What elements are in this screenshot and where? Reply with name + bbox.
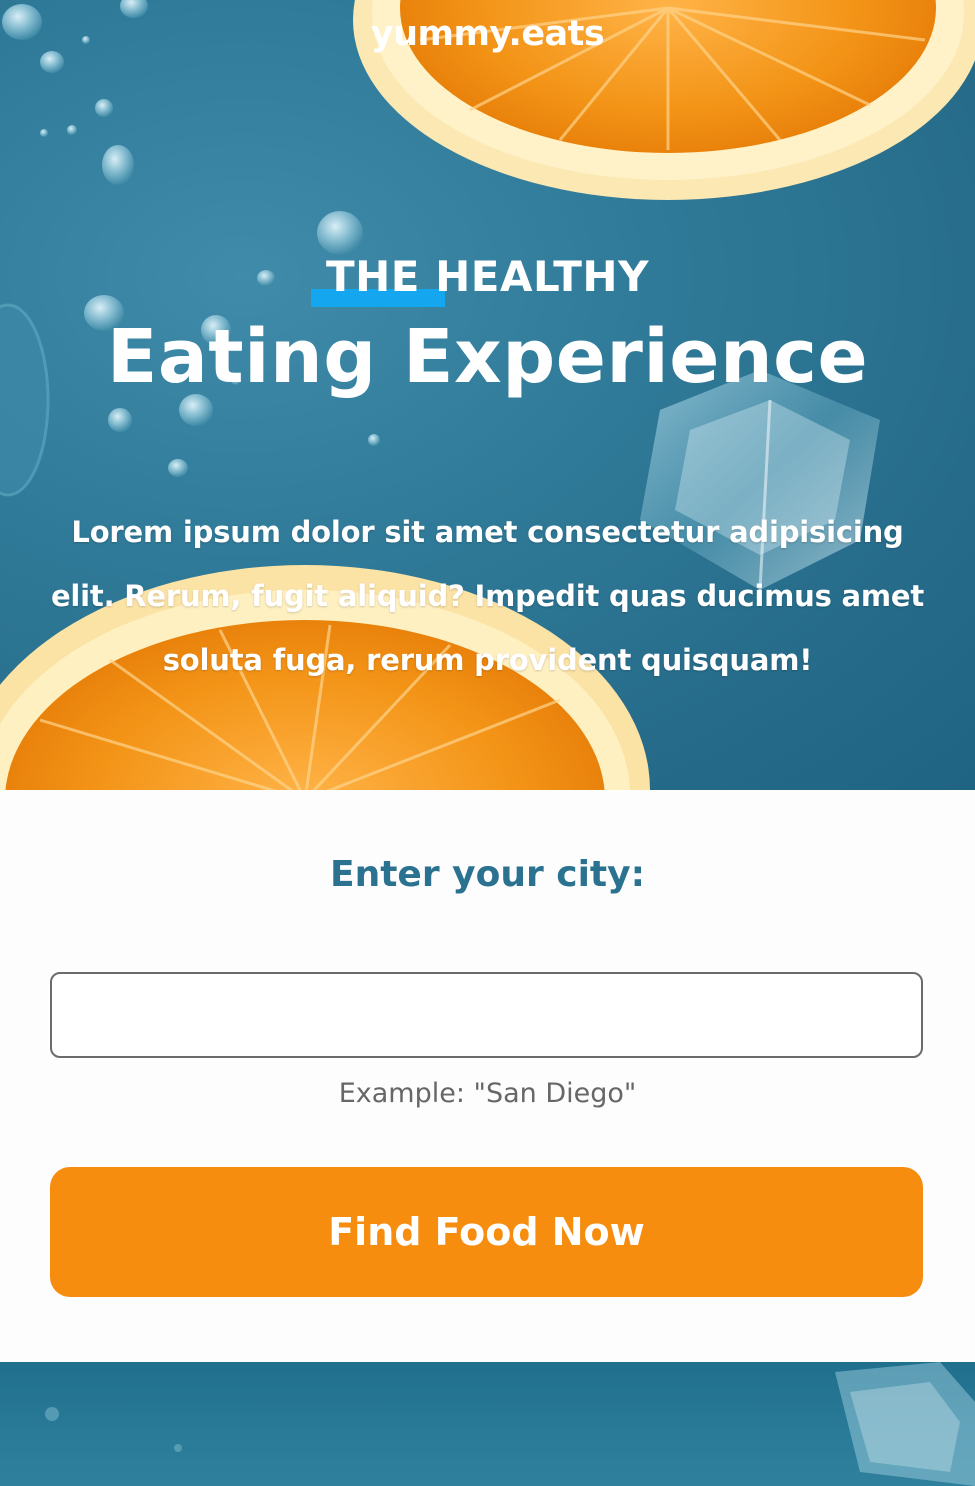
bottom-image-strip [0,1362,975,1486]
landing-page: yummy.eats THE HEALTHY Eating Experience… [0,0,975,1486]
city-input[interactable] [50,972,923,1058]
city-input-hint: Example: "San Diego" [338,1078,637,1109]
water-droplets [2,0,380,477]
hero-section: yummy.eats THE HEALTHY Eating Experience… [0,0,975,790]
hero-kicker: THE HEALTHY [326,252,649,301]
brand-logo[interactable]: yummy.eats [0,14,975,54]
find-food-button[interactable]: Find Food Now [50,1167,923,1297]
hero-headline: Eating Experience [106,314,869,400]
hero-description: Lorem ipsum dolor sit amet consectetur a… [50,515,925,677]
bottom-background-image [45,1362,975,1486]
city-search-form: Enter your city: Example: "San Diego" Fi… [0,790,975,1362]
city-form-heading: Enter your city: [330,854,645,895]
